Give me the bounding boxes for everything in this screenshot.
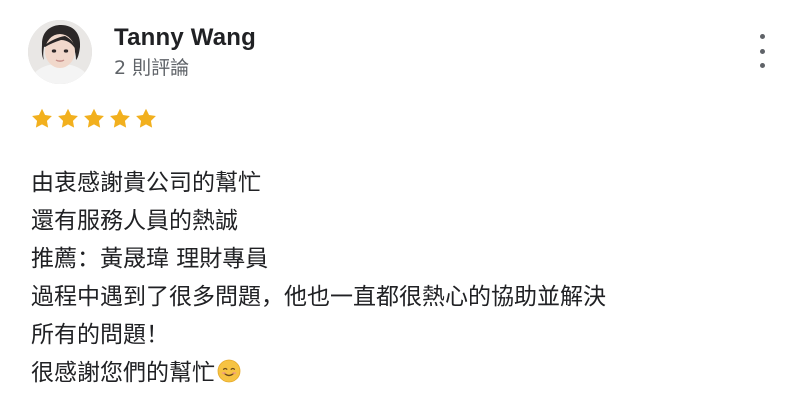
review-line: 很感謝您們的幫忙 (31, 360, 215, 386)
more-vertical-icon-dot (759, 48, 765, 54)
more-options-button[interactable] (750, 34, 774, 68)
review-line: 由衷感謝貴公司的幫忙 (31, 170, 261, 196)
review-line: 過程中遇到了很多問題，他也一直都很熱心的協助並解決 (31, 284, 606, 310)
review-count: 2 則評論 (114, 57, 190, 79)
author-name[interactable]: Tanny Wang (114, 23, 256, 53)
star-icon (110, 108, 130, 128)
review-line-last: 很感謝您們的幫忙 (31, 354, 771, 392)
star-icon (58, 108, 78, 128)
star-rating (30, 107, 158, 131)
smiling-face-emoji-icon (217, 359, 241, 383)
avatar[interactable] (28, 20, 92, 84)
star-icon (32, 108, 52, 128)
review-line: 還有服務人員的熱誠 (31, 208, 238, 234)
star-icon (136, 108, 156, 128)
review-line: 所有的問題！ (31, 322, 169, 348)
review-line: 推薦：黃晟瑋 理財專員 (31, 246, 269, 272)
more-vertical-icon (759, 34, 765, 39)
review-card: Tanny Wang 2 則評論 由衷感謝貴公司的幫忙 還有服務人員的熱誠 推薦… (0, 0, 800, 420)
review-text: 由衷感謝貴公司的幫忙 還有服務人員的熱誠 推薦：黃晟瑋 理財專員 過程中遇到了很… (31, 164, 771, 392)
star-icon (84, 108, 104, 128)
review-header: Tanny Wang 2 則評論 (28, 20, 256, 84)
more-vertical-icon-dot (759, 63, 765, 68)
author-block: Tanny Wang 2 則評論 (114, 23, 256, 81)
avatar-image (28, 20, 92, 84)
